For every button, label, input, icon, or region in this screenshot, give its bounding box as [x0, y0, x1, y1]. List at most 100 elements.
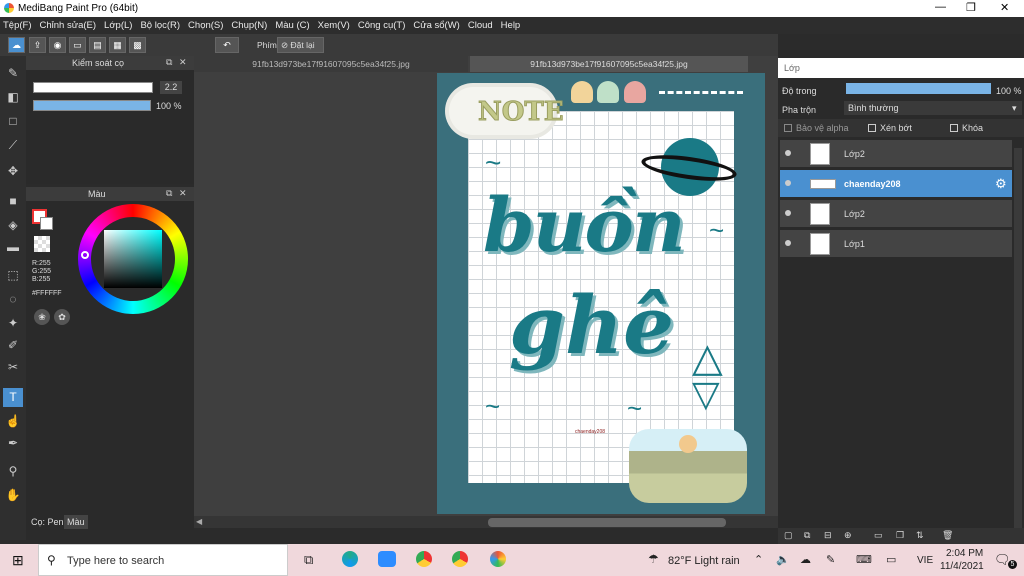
folder-icon[interactable]: ▭	[874, 530, 883, 541]
chrome-icon[interactable]	[452, 551, 468, 567]
document-icon[interactable]: ▤	[89, 37, 106, 53]
trash-icon[interactable]: 🗑	[942, 530, 953, 541]
undo-icon[interactable]: ↶	[215, 37, 239, 53]
chevron-up-icon[interactable]: ⌃	[754, 553, 763, 566]
comment-icon[interactable]: ◉	[49, 37, 66, 53]
search-box[interactable]: ⚲ Type here to search	[38, 544, 288, 576]
duplicate-icon[interactable]: ❐	[896, 530, 904, 541]
protect-alpha-checkbox[interactable]	[784, 124, 792, 132]
clock-date[interactable]: 11/4/2021	[940, 561, 984, 572]
lock-checkbox[interactable]	[950, 124, 958, 132]
brush-opacity-slider[interactable]	[33, 100, 151, 111]
palette-icon[interactable]: ❀	[34, 309, 50, 325]
saturation-square[interactable]	[104, 230, 162, 288]
gear-icon[interactable]: ⚙	[995, 176, 1007, 192]
menu-cloud[interactable]: Cloud	[464, 17, 497, 34]
merge-layer-icon[interactable]: ⊟	[824, 530, 832, 541]
palette-add-icon[interactable]: ✿	[54, 309, 70, 325]
eye-icon[interactable]	[785, 150, 791, 156]
battery-icon[interactable]: ▭	[886, 553, 896, 566]
panel-pop-icon[interactable]: ⧉	[166, 188, 172, 199]
gradient-tool-icon[interactable]: ▬	[3, 238, 23, 257]
blend-mode-select[interactable]: Bình thường ▾	[844, 101, 1022, 115]
select-rect-icon[interactable]: ⬚	[3, 266, 23, 285]
cloud-icon[interactable]: ☁	[8, 37, 25, 53]
eyedropper-icon[interactable]: ⚲	[3, 462, 23, 481]
eye-icon[interactable]	[785, 240, 791, 246]
menu-window[interactable]: Cửa sổ(W)	[409, 17, 463, 34]
task-view-icon[interactable]: ⧉	[304, 552, 313, 568]
panel-pop-icon[interactable]: ⧉	[166, 57, 172, 68]
layer-row[interactable]: Lớp2	[780, 200, 1012, 228]
cloud-tray-icon[interactable]: ☁	[800, 553, 811, 566]
brush-size-slider[interactable]	[33, 82, 153, 93]
brush-tab[interactable]: Cọ: Pen	[28, 515, 67, 529]
layers-scrollbar[interactable]	[1014, 148, 1022, 528]
text-tool-icon[interactable]: T	[3, 388, 23, 407]
menu-help[interactable]: Help	[497, 17, 525, 34]
lasso-icon[interactable]: ◌	[3, 290, 23, 309]
menu-color[interactable]: Màu (C)	[271, 17, 313, 34]
chat-icon[interactable]: ▭	[69, 37, 86, 53]
brush-tool-icon[interactable]: ✎	[3, 64, 23, 83]
scroll-left-icon[interactable]: ◀	[196, 517, 202, 526]
zoom-icon[interactable]	[378, 551, 396, 567]
menu-edit[interactable]: Chỉnh sửa(E)	[36, 17, 101, 34]
menu-layer[interactable]: Lớp(L)	[100, 17, 136, 34]
grid-icon[interactable]: ▩	[129, 37, 146, 53]
windows-start-icon[interactable]: ⊞	[12, 552, 24, 569]
eye-icon[interactable]	[785, 210, 791, 216]
menu-filter[interactable]: Bộ lọc(R)	[136, 17, 184, 34]
menu-tools[interactable]: Công cụ(T)	[354, 17, 410, 34]
copy-layer-icon[interactable]: ⧉	[804, 530, 810, 541]
operation-tool-icon[interactable]: ☝	[3, 412, 23, 431]
bucket-tool-icon[interactable]: ◈	[3, 216, 23, 235]
chrome-icon[interactable]	[416, 551, 432, 567]
panel-close-icon[interactable]: ✕	[179, 188, 187, 199]
select-eraser-icon[interactable]: ✂	[3, 358, 23, 377]
magic-wand-icon[interactable]: ✦	[3, 314, 23, 333]
reset-button[interactable]: ⊘ Đặt lại	[277, 37, 324, 53]
move-layer-icon[interactable]: ⇅	[916, 530, 924, 541]
menu-file[interactable]: Tệp(F)	[0, 17, 36, 34]
eye-icon[interactable]	[785, 180, 791, 186]
edge-icon[interactable]	[342, 551, 358, 567]
scroll-thumb[interactable]	[488, 518, 726, 527]
rectangle-tool-icon[interactable]: □	[3, 112, 23, 131]
add-layer-icon[interactable]: ⊕	[844, 530, 852, 541]
hue-cursor[interactable]	[81, 251, 89, 259]
close-button[interactable]: ✕	[1000, 1, 1009, 14]
pen-tray-icon[interactable]: ✎	[826, 553, 835, 566]
select-pen-icon[interactable]: ✐	[3, 336, 23, 355]
document-tab-2[interactable]: 91fb13d973be17f91607095c5ea34f25.jpg	[470, 56, 748, 72]
upload-icon[interactable]: ⇪	[29, 37, 46, 53]
medibang-taskbar-icon[interactable]	[490, 551, 506, 567]
clip-checkbox[interactable]	[868, 124, 876, 132]
dropper-tool-icon[interactable]: ✒	[3, 434, 23, 453]
background-color-swatch[interactable]	[40, 217, 53, 230]
panel-close-icon[interactable]: ✕	[179, 57, 187, 68]
artwork-canvas[interactable]: NOTE ~ ~ buồn ghê △ ▽ ~ ~ chaenday208	[437, 73, 765, 514]
move-tool-icon[interactable]: ✥	[3, 162, 23, 181]
hand-tool-icon[interactable]: ✋	[3, 486, 23, 505]
minimize-button[interactable]: —	[935, 1, 946, 13]
menu-capture[interactable]: Chụp(N)	[227, 17, 271, 34]
horizontal-scrollbar[interactable]: ◀	[194, 516, 778, 528]
layer-row[interactable]: Lớp1	[780, 230, 1012, 258]
layer-opacity-slider[interactable]	[846, 83, 991, 94]
fill-rect-tool-icon[interactable]: ■	[3, 192, 23, 211]
color-tab[interactable]: Màu	[64, 515, 88, 529]
layer-row[interactable]: Lớp2	[780, 140, 1012, 168]
speaker-icon[interactable]: 🔈	[776, 553, 790, 566]
image-icon[interactable]: ▦	[109, 37, 126, 53]
menu-view[interactable]: Xem(V)	[314, 17, 354, 34]
document-tab-1[interactable]: 91fb13d973be17f91607095c5ea34f25.jpg	[194, 56, 468, 72]
eraser-tool-icon[interactable]: ◧	[3, 88, 23, 107]
new-layer-icon[interactable]: ▢	[784, 530, 793, 541]
weather-text[interactable]: 82°F Light rain	[668, 555, 740, 567]
menu-select[interactable]: Chọn(S)	[184, 17, 227, 34]
layer-row-selected[interactable]: chaenday208 ⚙	[780, 170, 1012, 198]
clock-time[interactable]: 2:04 PM	[946, 548, 983, 559]
restore-button[interactable]: ❐	[966, 1, 976, 14]
brush-size-value[interactable]: 2.2	[160, 81, 182, 94]
